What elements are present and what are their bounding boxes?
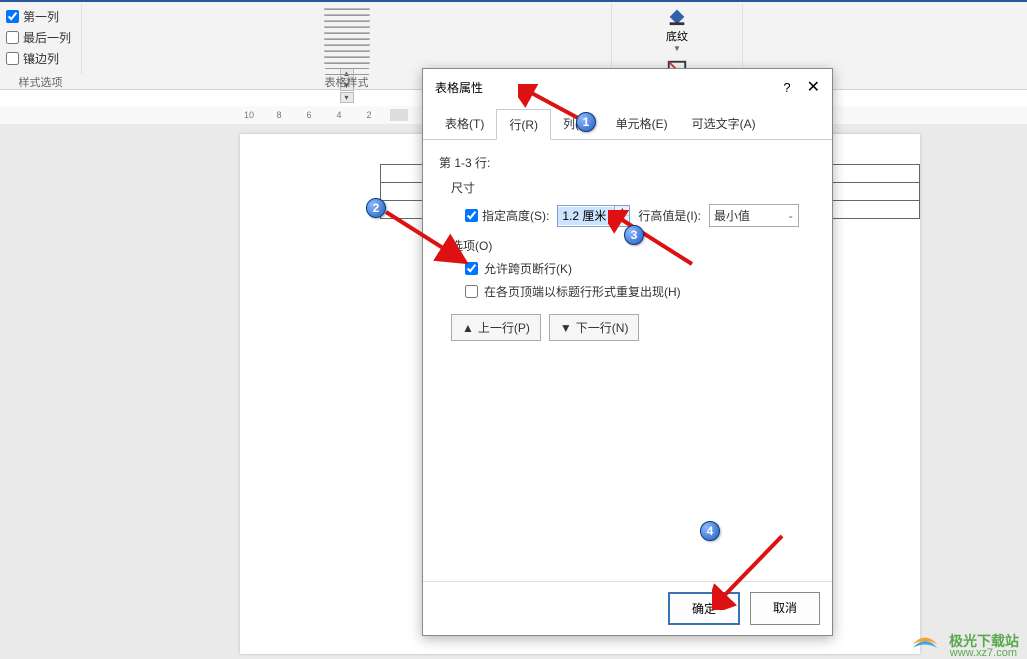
ruler-tick: 4: [330, 110, 348, 120]
spin-up[interactable]: ▲: [615, 206, 629, 216]
table-style-thumb[interactable]: [324, 8, 370, 10]
last-column-checkbox[interactable]: 最后一列: [6, 27, 75, 48]
row-height-mode-combo[interactable]: 最小值 ⌄: [709, 204, 799, 227]
repeat-header-input[interactable]: [465, 285, 478, 298]
tab-label: 单元格(E): [616, 117, 668, 131]
ok-label: 确定: [692, 602, 716, 616]
watermark-icon: [907, 627, 943, 655]
annotation-badge-2: 2: [366, 198, 386, 218]
tab-label: 表格(T): [445, 117, 484, 131]
ruler-tick: 2: [360, 110, 378, 120]
tab-label: 行(R): [509, 118, 538, 132]
specify-height-checkbox[interactable]: 指定高度(S):: [465, 207, 549, 224]
annotation-badge-1: 1: [576, 112, 596, 132]
first-column-label: 第一列: [23, 8, 59, 25]
cancel-label: 取消: [773, 601, 797, 615]
table-style-thumb[interactable]: [324, 44, 370, 46]
size-section-label: 尺寸: [451, 179, 816, 196]
ribbon-content: 第一列 最后一列 镶边列 样式选项 ▲ ▼: [0, 0, 1027, 74]
next-row-button[interactable]: ▼ 下一行(N): [549, 314, 640, 341]
table-style-thumb[interactable]: [324, 14, 370, 16]
table-styles-gallery: ▲ ▼ ▾ 表格样式: [82, 4, 612, 74]
first-column-checkbox[interactable]: 第一列: [6, 6, 75, 27]
table-style-thumb[interactable]: [324, 32, 370, 34]
tab-row[interactable]: 行(R): [496, 109, 551, 140]
prev-row-label: 上一行(P): [478, 319, 530, 336]
ok-button[interactable]: 确定: [668, 592, 740, 625]
ruler-tick: [390, 109, 408, 121]
annotation-badge-4: 4: [700, 521, 720, 541]
table-style-thumb[interactable]: [324, 50, 370, 52]
bucket-icon: [666, 4, 688, 26]
specify-height-label: 指定高度(S):: [482, 207, 549, 224]
table-style-thumb[interactable]: [324, 38, 370, 40]
allow-break-label: 允许跨页断行(K): [484, 260, 572, 277]
size-row: 指定高度(S): ▲ ▼ 行高值是(I): 最小值 ⌄: [465, 204, 816, 227]
table-style-thumb[interactable]: [324, 62, 370, 64]
tab-label: 可选文字(A): [692, 117, 756, 131]
first-column-input[interactable]: [6, 10, 19, 23]
dialog-title: 表格属性: [435, 79, 483, 96]
table-style-thumb[interactable]: [324, 20, 370, 22]
next-row-label: 下一行(N): [576, 319, 629, 336]
style-options-group: 第一列 最后一列 镶边列 样式选项: [0, 4, 82, 74]
row-height-is-label: 行高值是(I):: [638, 207, 701, 224]
prev-row-button[interactable]: ▲ 上一行(P): [451, 314, 541, 341]
help-button[interactable]: ?: [783, 80, 790, 95]
height-input[interactable]: [558, 207, 614, 225]
row-height-mode-value: 最小值: [714, 207, 750, 224]
table-properties-dialog: 表格属性 ? ✕ 表格(T) 行(R) 列(U) 单元格(E) 可选文字(A) …: [422, 68, 833, 636]
specify-height-input[interactable]: [465, 209, 478, 222]
table-style-thumb[interactable]: [324, 26, 370, 28]
dialog-footer: 确定 取消: [423, 581, 832, 635]
gallery-more[interactable]: ▾: [340, 92, 354, 103]
watermark-url: www.xz7.com: [950, 647, 1017, 659]
allow-break-checkbox[interactable]: 允许跨页断行(K): [465, 260, 816, 277]
dialog-tabs: 表格(T) 行(R) 列(U) 单元格(E) 可选文字(A): [423, 109, 832, 140]
height-spinner[interactable]: ▲ ▼: [557, 205, 630, 227]
spin-down[interactable]: ▼: [615, 216, 629, 226]
shading-button[interactable]: 底纹 ▼: [657, 4, 697, 53]
ruler-tick: 8: [270, 110, 288, 120]
dialog-body: 第 1-3 行: 尺寸 指定高度(S): ▲ ▼ 行高值是(I): 最小值 ⌄ …: [423, 140, 832, 355]
ruler-tick: 6: [300, 110, 318, 120]
row-nav: ▲ 上一行(P) ▼ 下一行(N): [451, 314, 816, 341]
repeat-header-checkbox[interactable]: 在各页顶端以标题行形式重复出现(H): [465, 283, 816, 300]
tab-cell[interactable]: 单元格(E): [604, 109, 680, 139]
annotation-badge-3: 3: [624, 225, 644, 245]
ribbon-accent: [0, 0, 1027, 2]
table-style-thumb[interactable]: [324, 56, 370, 58]
banded-column-checkbox[interactable]: 镶边列: [6, 48, 75, 69]
rows-range-label: 第 1-3 行:: [439, 154, 816, 171]
borders-group: 底纹 ▼ 边框样 式 0.5 磅 ▼ 笔颜色 ▼: [612, 4, 743, 74]
last-column-input[interactable]: [6, 31, 19, 44]
triangle-down-icon: ▼: [560, 321, 572, 335]
allow-break-input[interactable]: [465, 262, 478, 275]
tab-alt-text[interactable]: 可选文字(A): [680, 109, 768, 139]
banded-column-input[interactable]: [6, 52, 19, 65]
ruler-tick: 10: [240, 110, 258, 120]
last-column-label: 最后一列: [23, 29, 71, 46]
cancel-button[interactable]: 取消: [750, 592, 820, 625]
style-options-label: 样式选项: [0, 74, 81, 90]
chevron-down-icon: ▼: [673, 44, 681, 53]
dialog-titlebar[interactable]: 表格属性 ? ✕: [423, 69, 832, 105]
banded-column-label: 镶边列: [23, 50, 59, 67]
repeat-header-label: 在各页顶端以标题行形式重复出现(H): [484, 283, 681, 300]
tab-table[interactable]: 表格(T): [433, 109, 496, 139]
shading-label: 底纹: [666, 28, 688, 44]
spinner-buttons: ▲ ▼: [614, 206, 629, 226]
close-button[interactable]: ✕: [807, 77, 820, 97]
chevron-down-icon: ⌄: [787, 211, 794, 220]
triangle-up-icon: ▲: [462, 321, 474, 335]
